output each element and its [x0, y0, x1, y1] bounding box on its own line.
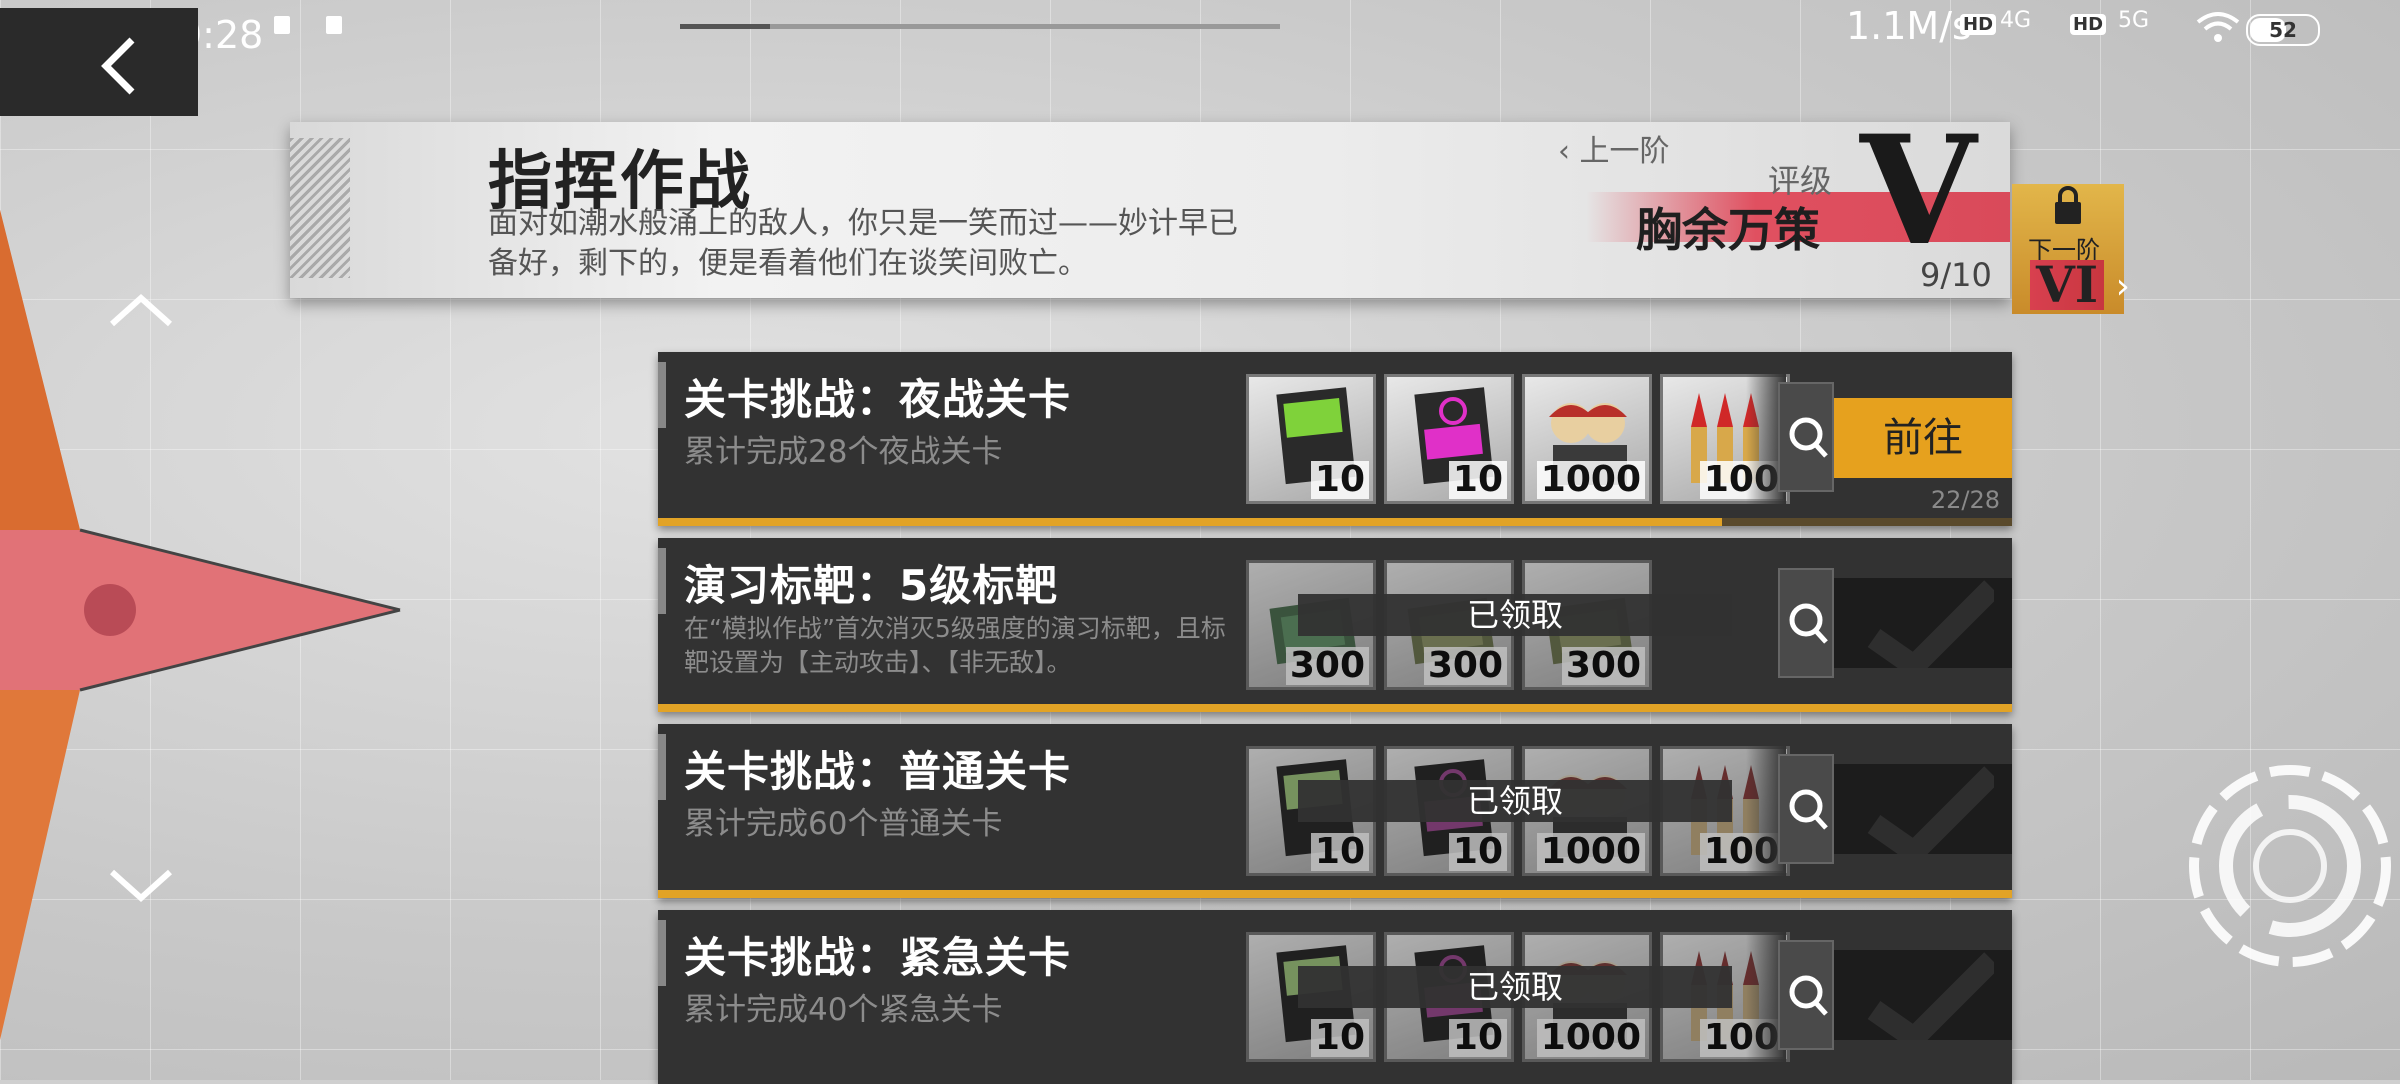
task-row: 关卡挑战：夜战关卡 累计完成28个夜战关卡 10 10 1000 100 前往 …: [658, 352, 2012, 526]
task-progress-fill: [658, 704, 2012, 712]
signal-5g-icon: 5G: [2118, 8, 2150, 33]
task-progress-fill: [658, 518, 1723, 526]
reward-item[interactable]: 1000: [1522, 374, 1652, 504]
task-subtitle: 累计完成40个紧急关卡: [684, 992, 1003, 1028]
task-title: 演习标靶：5级标靶: [684, 561, 1059, 610]
hd-badge: HD: [2070, 14, 2107, 35]
task-title: 关卡挑战：普通关卡: [684, 747, 1072, 796]
reward-qty: 10: [1448, 833, 1507, 871]
claimed-badge: 已领取: [1298, 966, 1732, 1008]
notification-icon: [326, 16, 342, 34]
signal-4g-icon: 4G: [2000, 8, 2032, 33]
rating-name: 胸余万策: [1636, 203, 1820, 257]
banner-stripe: [290, 138, 350, 278]
search-icon: [1789, 417, 1828, 458]
search-icon: [1789, 789, 1828, 830]
details-button[interactable]: [1778, 568, 1834, 678]
details-button[interactable]: [1778, 382, 1834, 492]
compass-decoration: [0, 210, 401, 1040]
scroll-down-icon[interactable]: [106, 866, 176, 906]
rating-letter: V: [1860, 103, 1977, 279]
claimed-badge: 已领取: [1298, 594, 1732, 636]
reward-item[interactable]: 10: [1246, 374, 1376, 504]
reward-qty: 300: [1423, 647, 1507, 685]
details-button[interactable]: [1778, 940, 1834, 1050]
prev-tier-label: 上一阶: [1579, 134, 1670, 169]
row-edge: [658, 362, 666, 428]
hd-badge: HD: [1960, 14, 1997, 35]
task-title: 关卡挑战：夜战关卡: [684, 375, 1072, 424]
chevron-left-icon: ‹: [1558, 134, 1570, 169]
details-button[interactable]: [1778, 754, 1834, 864]
checkmark-icon: [1867, 952, 1994, 1040]
back-button[interactable]: [0, 8, 198, 116]
reward-qty: 300: [1561, 647, 1645, 685]
battery-icon: 52: [2246, 14, 2320, 46]
achievement-banner: 指挥作战 面对如潮水般涌上的敌人，你只是一笑而过——妙计早已备好，剩下的，便是看…: [290, 116, 2010, 298]
claimed-check: [1834, 950, 2012, 1040]
chevron-right-icon: ›: [2115, 266, 2130, 307]
row-edge: [658, 548, 666, 614]
row-edge: [658, 920, 666, 986]
claimed-badge: 已领取: [1298, 780, 1732, 822]
reward-qty: 10: [1310, 833, 1369, 871]
reward-qty: 300: [1285, 647, 1369, 685]
go-button[interactable]: 前往: [1834, 398, 2012, 478]
task-row: 演习标靶：5级标靶 在“模拟作战”首次消灭5级强度的演习标靶，且标靶设置为【主动…: [658, 538, 2012, 712]
reward-qty: 1000: [1536, 833, 1645, 871]
task-progress-bar: [658, 704, 2012, 712]
loading-ring-decoration: [2189, 765, 2391, 967]
reward-qty: 1000: [1536, 1019, 1645, 1057]
reward-qty: 10: [1310, 461, 1369, 499]
reward-item[interactable]: 10: [1384, 374, 1514, 504]
checkmark-icon: [1867, 766, 1994, 854]
prev-tier-button[interactable]: ‹ 上一阶: [1558, 126, 1670, 170]
search-icon: [1789, 975, 1828, 1016]
task-progress-bar: [658, 518, 2012, 526]
task-row: 关卡挑战：普通关卡 累计完成60个普通关卡 10 10 1000 100 已领取: [658, 724, 2012, 898]
page-description: 面对如潮水般涌上的敌人，你只是一笑而过——妙计早已备好，剩下的，便是看着他们在谈…: [488, 206, 1238, 281]
reward-qty: 10: [1310, 1019, 1369, 1057]
wifi-icon: [2196, 12, 2240, 42]
next-tier-value: VI: [2030, 260, 2105, 310]
task-subtitle: 在“模拟作战”首次消灭5级强度的演习标靶，且标靶设置为【主动攻击】、【非无敌】。: [684, 614, 1226, 677]
claimed-check: [1834, 764, 2012, 854]
top-progress-indicator: [680, 24, 1280, 29]
task-subtitle: 累计完成28个夜战关卡: [684, 434, 1003, 470]
task-progress-bar: [658, 890, 2012, 898]
reward-qty: 10: [1448, 461, 1507, 499]
task-title: 关卡挑战：紧急关卡: [684, 933, 1072, 982]
claimed-check: [1834, 578, 2012, 668]
reward-qty: 1000: [1536, 461, 1645, 499]
reward-qty: 10: [1448, 1019, 1507, 1057]
checkmark-icon: [1867, 580, 1994, 668]
scroll-up-icon[interactable]: [106, 290, 176, 330]
notification-icon: [274, 16, 290, 34]
tier-progress: 9/10: [1920, 256, 1992, 294]
lock-icon: [2055, 186, 2081, 224]
net-speed: 1.1M/s: [1846, 4, 1972, 48]
next-tier-button[interactable]: 下一阶 VI ›: [2012, 184, 2130, 314]
row-edge: [658, 734, 666, 800]
task-progress-count: 22/28: [1930, 486, 2000, 514]
task-subtitle: 累计完成60个普通关卡: [684, 806, 1003, 842]
task-row: 关卡挑战：紧急关卡 累计完成40个紧急关卡 10 10 1000 100 已领取: [658, 910, 2012, 1084]
chevron-left-icon: [101, 37, 135, 95]
task-progress-fill: [658, 890, 2012, 898]
search-icon: [1789, 603, 1828, 644]
